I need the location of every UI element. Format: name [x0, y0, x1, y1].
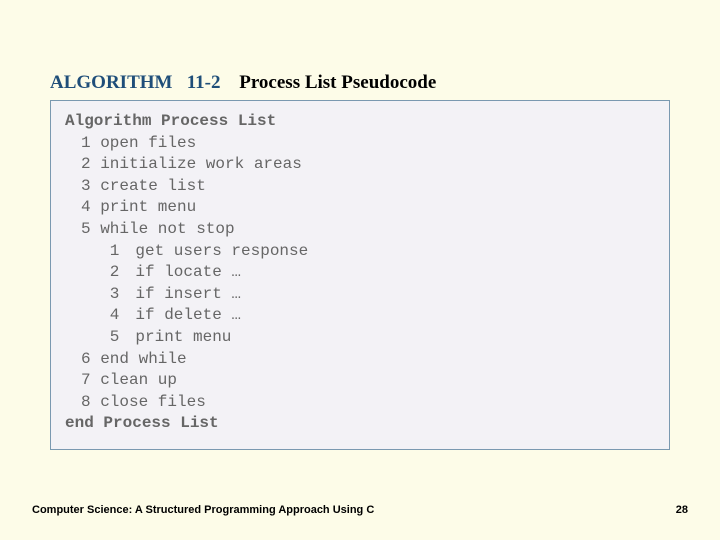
line-text: clean up [100, 371, 177, 389]
code-line: 5 while not stop [65, 219, 655, 241]
algorithm-end-line: end Process List [65, 413, 655, 435]
line-number: 5 [65, 219, 91, 241]
algorithm-number: 11-2 [187, 72, 221, 93]
subline-number: 1 [65, 241, 119, 263]
subline-text: print menu [135, 328, 231, 346]
code-line: 3 create list [65, 176, 655, 198]
algorithm-title: Process List Pseudocode [239, 72, 436, 93]
slide: ALGORITHM 11-2 Process List Pseudocode A… [0, 0, 720, 540]
line-number: 7 [65, 370, 91, 392]
subline-text: if delete … [135, 306, 241, 324]
subline-number: 4 [65, 305, 119, 327]
line-text: end while [100, 350, 186, 368]
algorithm-header: ALGORITHM 11-2 Process List Pseudocode [50, 72, 436, 94]
code-line: 4 print menu [65, 197, 655, 219]
line-number: 2 [65, 154, 91, 176]
code-line: 2 initialize work areas [65, 154, 655, 176]
line-text: initialize work areas [100, 155, 302, 173]
code-line: 1 open files [65, 133, 655, 155]
line-text: close files [100, 393, 206, 411]
header-space [177, 72, 182, 93]
footer-page-number: 28 [676, 504, 688, 516]
line-number: 6 [65, 349, 91, 371]
line-number: 3 [65, 176, 91, 198]
subline-number: 3 [65, 284, 119, 306]
code-line: 7 clean up [65, 370, 655, 392]
subline-text: if locate … [135, 263, 241, 281]
pseudocode-box: Algorithm Process List 1 open files 2 init… [50, 100, 670, 450]
line-text: print menu [100, 198, 196, 216]
line-text: open files [100, 134, 196, 152]
subline-number: 2 [65, 262, 119, 284]
algorithm-name-line: Algorithm Process List [65, 111, 655, 133]
subline-text: get users response [135, 242, 308, 260]
line-text: create list [100, 177, 206, 195]
line-number: 8 [65, 392, 91, 414]
line-number: 4 [65, 197, 91, 219]
code-line: 8 close files [65, 392, 655, 414]
code-line: 6 end while [65, 349, 655, 371]
subline-text: if insert … [135, 285, 241, 303]
code-subline: 2 if locate … [65, 262, 655, 284]
algorithm-label: ALGORITHM [50, 72, 172, 93]
code-subline: 1 get users response [65, 241, 655, 263]
line-number: 1 [65, 133, 91, 155]
code-subline: 4 if delete … [65, 305, 655, 327]
footer-book-title: Computer Science: A Structured Programmi… [32, 504, 374, 516]
subline-number: 5 [65, 327, 119, 349]
code-subline: 5 print menu [65, 327, 655, 349]
line-text: while not stop [100, 220, 234, 238]
code-subline: 3 if insert … [65, 284, 655, 306]
